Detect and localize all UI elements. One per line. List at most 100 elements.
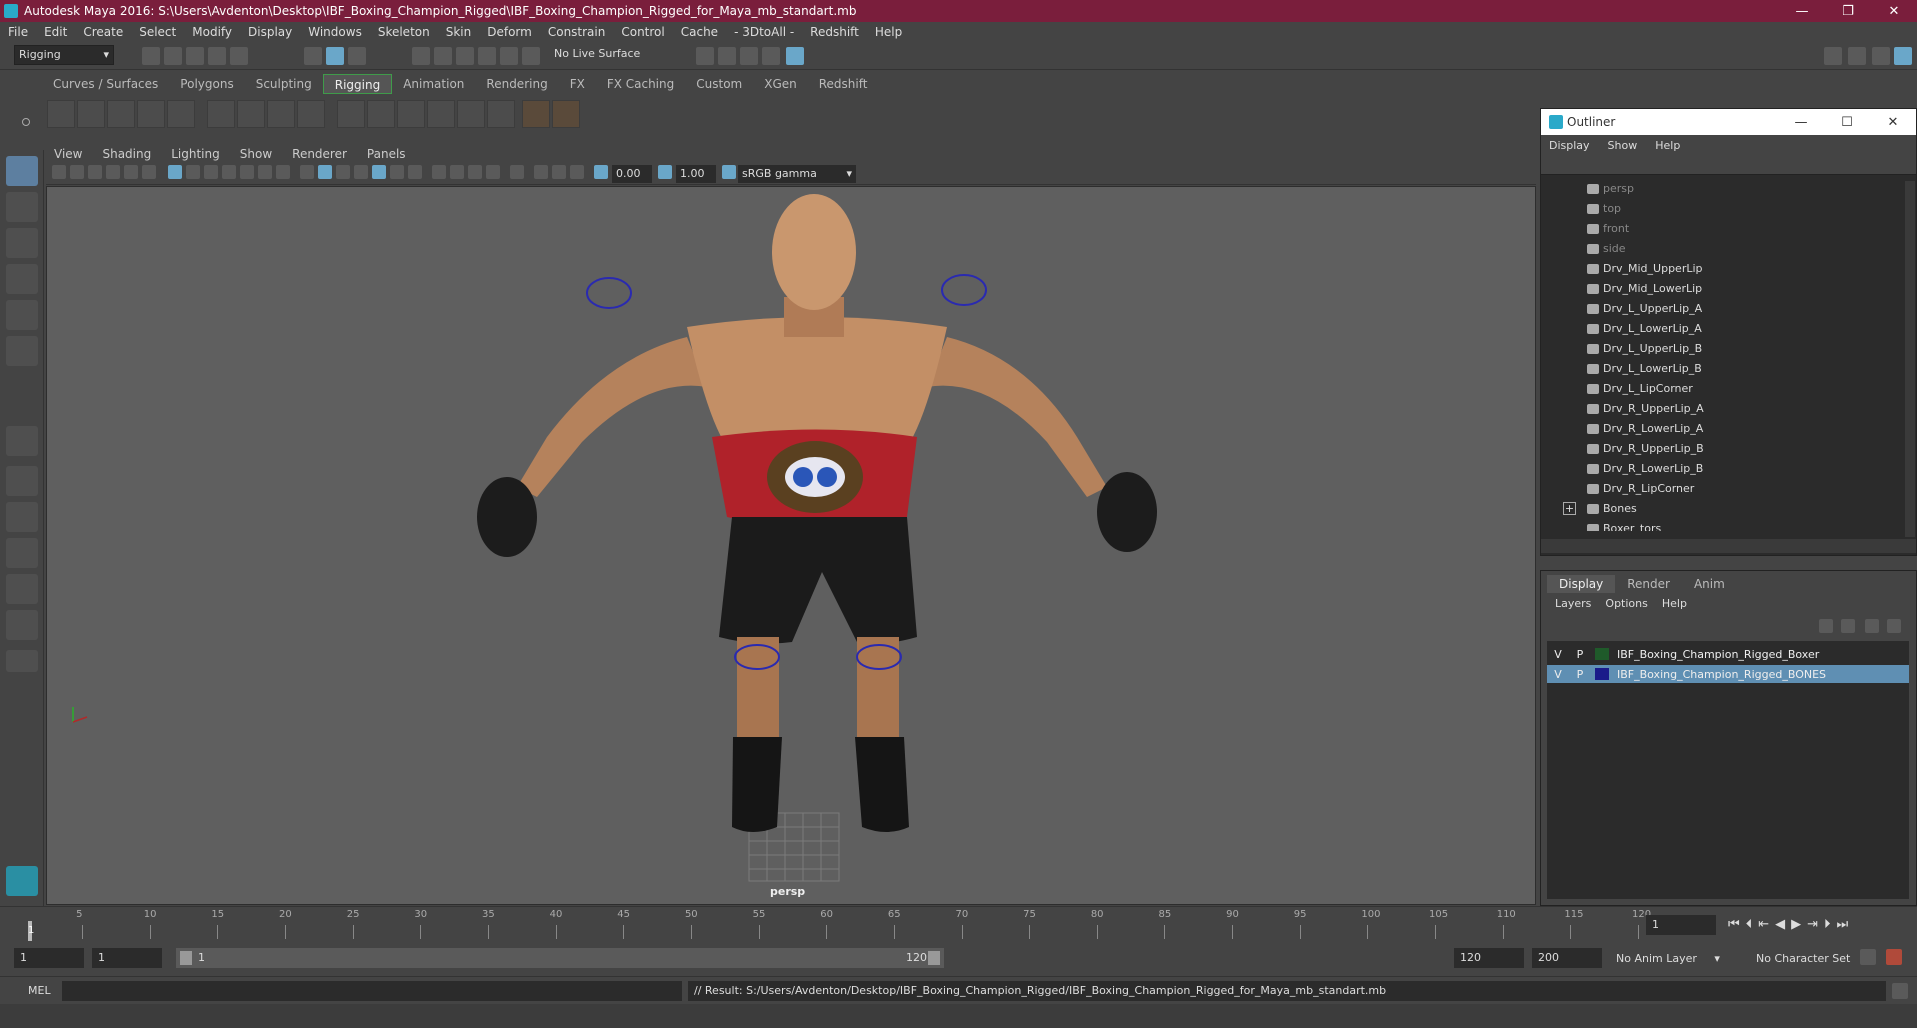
- render-frame-icon[interactable]: [696, 47, 714, 65]
- menu-skin[interactable]: Skin: [438, 25, 480, 39]
- field-chart-icon[interactable]: [240, 165, 254, 179]
- vp-menu-show[interactable]: Show: [240, 147, 282, 161]
- insert-joint-icon[interactable]: [137, 100, 165, 128]
- use-all-lights-icon[interactable]: [390, 165, 404, 179]
- lasso-tool-icon[interactable]: [6, 192, 38, 222]
- vp-menu-renderer[interactable]: Renderer: [292, 147, 357, 161]
- menu-cache[interactable]: Cache: [673, 25, 726, 39]
- play-forwards-icon[interactable]: ▶: [1791, 917, 1801, 932]
- playback-toggle[interactable]: P: [1569, 648, 1591, 661]
- scale-tool-icon[interactable]: [6, 336, 38, 366]
- visibility-toggle[interactable]: V: [1547, 648, 1569, 661]
- bind-skin-icon[interactable]: [207, 100, 235, 128]
- vp-menu-shading[interactable]: Shading: [102, 147, 161, 161]
- script-language-button[interactable]: MEL: [28, 984, 51, 997]
- xray-icon[interactable]: [534, 165, 548, 179]
- cluster-icon[interactable]: [297, 100, 325, 128]
- grid-icon[interactable]: [168, 165, 182, 179]
- attribute-editor-icon[interactable]: [1848, 47, 1866, 65]
- safe-action-icon[interactable]: [258, 165, 272, 179]
- menu-edit[interactable]: Edit: [36, 25, 75, 39]
- more-layouts-icon[interactable]: [6, 650, 38, 672]
- select-hierarchy-icon[interactable]: [304, 47, 322, 65]
- modeling-toolkit-icon[interactable]: [1824, 47, 1842, 65]
- default-material-icon[interactable]: [354, 165, 368, 179]
- vp-menu-lighting[interactable]: Lighting: [171, 147, 230, 161]
- menu-help[interactable]: Help: [867, 25, 910, 39]
- wireframe-on-shaded-icon[interactable]: [336, 165, 350, 179]
- snap-vertex-icon[interactable]: [522, 47, 540, 65]
- save-scene-icon[interactable]: [186, 47, 204, 65]
- playback-toggle[interactable]: P: [1569, 668, 1591, 681]
- outliner-h-scrollbar[interactable]: [1541, 539, 1916, 553]
- menu-select[interactable]: Select: [131, 25, 184, 39]
- hypershade-layout-icon[interactable]: [6, 610, 38, 640]
- screen-space-ao-icon[interactable]: [432, 165, 446, 179]
- render-settings-icon[interactable]: [740, 47, 758, 65]
- redo-icon[interactable]: [230, 47, 248, 65]
- tab-fx[interactable]: FX: [559, 74, 596, 94]
- layer-color-swatch[interactable]: [1595, 668, 1609, 680]
- exposure-field[interactable]: 0.00: [612, 165, 652, 183]
- new-layer-selected-icon[interactable]: [1887, 619, 1901, 633]
- list-item[interactable]: Drv_R_LipCorner: [1541, 479, 1916, 499]
- anim-layer-dropdown[interactable]: No Anim Layer ▾: [1616, 952, 1720, 965]
- snap-grid-icon[interactable]: [412, 47, 430, 65]
- tab-curves-surfaces[interactable]: Curves / Surfaces: [42, 74, 169, 94]
- layer-menu-options[interactable]: Options: [1605, 597, 1647, 610]
- outliner-close-button[interactable]: ✕: [1870, 115, 1916, 130]
- playback-start-field[interactable]: 1: [92, 948, 162, 968]
- range-start-handle[interactable]: [180, 951, 192, 965]
- step-back-key-icon[interactable]: ⇤: [1758, 917, 1769, 932]
- color-management-icon[interactable]: [722, 165, 736, 179]
- color-space-dropdown[interactable]: sRGB gamma ▾: [738, 165, 856, 183]
- hypershade-icon[interactable]: [762, 47, 780, 65]
- script-editor-icon[interactable]: [1892, 983, 1908, 999]
- ik-spline-icon[interactable]: [107, 100, 135, 128]
- lattice-icon[interactable]: [267, 100, 295, 128]
- list-item[interactable]: Drv_L_LowerLip_A: [1541, 319, 1916, 339]
- restore-button[interactable]: ❐: [1825, 4, 1871, 19]
- close-button[interactable]: ✕: [1871, 4, 1917, 19]
- isolate-select-icon[interactable]: [510, 165, 524, 179]
- list-item[interactable]: Drv_Mid_LowerLip: [1541, 279, 1916, 299]
- set-driven-key-icon[interactable]: [552, 100, 580, 128]
- list-item[interactable]: side: [1541, 239, 1916, 259]
- outliner-minimize-button[interactable]: —: [1778, 115, 1824, 130]
- rotate-tool-icon[interactable]: [6, 300, 38, 330]
- layer-row-bones[interactable]: V P IBF_Boxing_Champion_Rigged_BONES: [1547, 665, 1909, 683]
- quick-rig-icon[interactable]: [167, 100, 195, 128]
- snap-view-icon[interactable]: [478, 47, 496, 65]
- gate-mask-icon[interactable]: [222, 165, 236, 179]
- persp-graph-icon[interactable]: [6, 574, 38, 604]
- point-constraint-icon[interactable]: [337, 100, 365, 128]
- tab-polygons[interactable]: Polygons: [169, 74, 244, 94]
- tab-sculpting[interactable]: Sculpting: [245, 74, 323, 94]
- time-slider[interactable]: 1 5 10 15 20 25 30 35 40 45 50 55 60 65 70 75 80 85 90 95 1…: [0, 906, 1917, 942]
- expand-icon[interactable]: +: [1563, 502, 1576, 515]
- select-tool-icon[interactable]: [6, 156, 38, 186]
- tab-redshift[interactable]: Redshift: [808, 74, 879, 94]
- camera-attributes-icon[interactable]: [70, 165, 84, 179]
- single-view-icon[interactable]: [6, 426, 38, 456]
- tab-display[interactable]: Display: [1547, 575, 1616, 593]
- textured-icon[interactable]: [372, 165, 386, 179]
- pole-vector-icon[interactable]: [487, 100, 515, 128]
- parent-constraint-icon[interactable]: [457, 100, 485, 128]
- menu-skeleton[interactable]: Skeleton: [370, 25, 438, 39]
- move-layer-down-icon[interactable]: [1841, 619, 1855, 633]
- locator-icon[interactable]: [522, 100, 550, 128]
- end-time-field[interactable]: 200: [1532, 948, 1602, 968]
- outliner-v-scrollbar[interactable]: [1905, 181, 1915, 537]
- step-forward-frame-icon[interactable]: ⏵: [1824, 917, 1831, 932]
- outliner-maximize-button[interactable]: ☐: [1824, 115, 1870, 130]
- auto-key-icon[interactable]: [1860, 949, 1876, 965]
- outliner-menu-help[interactable]: Help: [1655, 139, 1680, 152]
- channel-box-icon[interactable]: [1894, 47, 1912, 65]
- current-frame-field[interactable]: 1: [1646, 915, 1716, 935]
- tab-fx-caching[interactable]: FX Caching: [596, 74, 685, 94]
- anti-aliasing-icon[interactable]: [468, 165, 482, 179]
- outliner-menu-display[interactable]: Display: [1549, 139, 1590, 152]
- side-by-side-icon[interactable]: [6, 502, 38, 532]
- range-slider[interactable]: 1 120: [176, 948, 944, 968]
